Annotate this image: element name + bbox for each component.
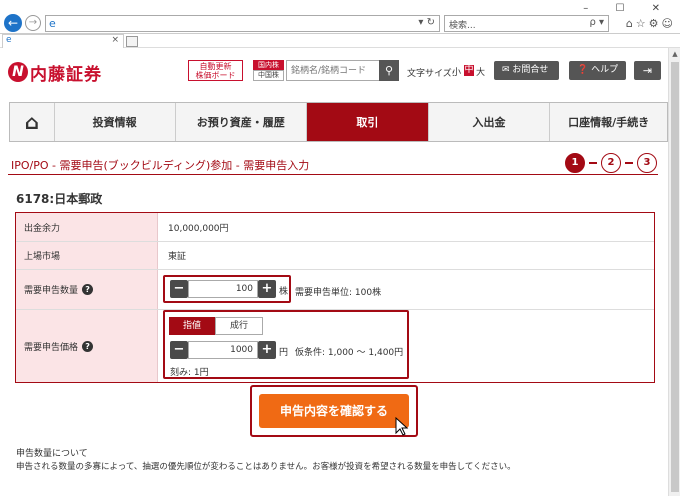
nav-account-info[interactable]: 口座情報/手続き <box>550 103 667 141</box>
scrollbar[interactable]: ▲ <box>668 48 680 496</box>
step-1: 1 <box>565 153 585 173</box>
row-balance: 出金余力 10,000,000円 <box>16 213 654 242</box>
question-icon: ❓ <box>577 65 589 75</box>
tab-close-icon[interactable]: × <box>111 35 119 45</box>
confirm-button[interactable]: 申告内容を確認する <box>259 394 409 428</box>
confirm-highlight: 申告内容を確認する <box>250 385 418 437</box>
stock-name: 6178:日本郵政 <box>16 192 103 206</box>
limit-order-toggle[interactable]: 指値 <box>169 317 215 335</box>
nav-investment-info[interactable]: 投資情報 <box>55 103 176 141</box>
scroll-up-icon[interactable]: ▲ <box>669 48 680 60</box>
browser-search-placeholder: 検索... <box>449 21 476 31</box>
quantity-plus-button[interactable]: + <box>258 280 276 298</box>
nav-deposit-withdraw[interactable]: 入出金 <box>429 103 551 141</box>
price-input[interactable]: 1000 <box>188 341 258 359</box>
step-dash <box>589 162 597 164</box>
nav-trading[interactable]: 取引 <box>307 103 429 141</box>
browser-tab[interactable]: e × <box>2 34 124 48</box>
title-divider <box>8 174 658 175</box>
font-size-label: 文字サイズ: <box>407 69 455 79</box>
logout-icon: ⇥ <box>642 64 653 77</box>
market-value: 東証 <box>168 252 187 262</box>
quantity-input[interactable]: 100 <box>188 280 258 298</box>
ie-icon: e <box>49 17 56 30</box>
back-icon[interactable]: ← <box>4 14 22 32</box>
search-icon: ⚲ <box>384 64 394 77</box>
price-condition: 仮条件: 1,000 ～ 1,400円 <box>295 348 404 358</box>
price-label: 需要申告価格 <box>24 342 79 353</box>
row-market: 上場市場 東証 <box>16 242 654 270</box>
browser-toolbar: ← → e ▾ ↻ 検索... ρ ▾ – ☐ ✕ ⌂☆⚙☺ <box>0 0 680 34</box>
home-icon[interactable]: ⌂ <box>10 103 55 141</box>
nav-assets-history[interactable]: お預り資産・履歴 <box>176 103 308 141</box>
quantity-stepper: − 100 + 株 <box>163 275 291 303</box>
stock-search-input[interactable] <box>286 60 380 81</box>
price-unit: 円 <box>279 348 289 358</box>
market-domestic[interactable]: 国内株 <box>253 60 284 70</box>
font-size-large[interactable]: 大 <box>476 65 485 78</box>
help-circle-icon[interactable]: ? <box>82 284 94 295</box>
note-body: 申告される数量の多寡によって、抽選の優先順位が変わることはありません。お客様が投… <box>16 462 516 472</box>
step-2: 2 <box>601 153 621 173</box>
page-title: IPO/PO - 需要申告(ブックビルディング)参加 - 需要申告入力 <box>11 159 310 172</box>
help-label: ヘルプ <box>591 65 619 75</box>
scroll-thumb[interactable] <box>671 62 679 492</box>
logo[interactable]: N 内藤証券 <box>8 61 102 85</box>
price-input-group: 指値 成行 − 1000 + 円 仮条件: 1,000 ～ 1,400円 刻み:… <box>163 310 409 379</box>
mouse-cursor-icon <box>395 417 409 436</box>
logout-button[interactable]: ⇥ <box>634 61 661 80</box>
contact-label: お問合せ <box>512 65 549 75</box>
price-label-cell: 需要申告価格 ? <box>16 310 158 382</box>
quantity-label: 需要申告数量 <box>24 286 79 296</box>
market-order-toggle[interactable]: 成行 <box>215 317 263 335</box>
site-header: N 内藤証券 自動更新 株価ボード 国内株 中国株 ⚲ 文字サイズ: 小 中 大… <box>0 49 668 93</box>
auto-update-board-button[interactable]: 自動更新 株価ボード <box>188 60 243 81</box>
stock-search-button[interactable]: ⚲ <box>379 60 399 81</box>
price-plus-button[interactable]: + <box>258 341 276 359</box>
auto-update-line1: 自動更新 <box>199 62 232 71</box>
balance-value: 10,000,000円 <box>168 223 229 234</box>
help-circle-icon[interactable]: ? <box>82 340 94 352</box>
tab-ie-icon: e <box>6 35 12 45</box>
new-tab-icon[interactable] <box>126 36 138 47</box>
quantity-unit-note: 需要申告単位: 100株 <box>295 288 382 298</box>
search-icon[interactable]: ρ ▾ <box>589 17 604 28</box>
help-button[interactable]: ❓ ヘルプ <box>569 61 626 80</box>
logo-text: 内藤証券 <box>30 64 102 85</box>
price-tick: 刻み: 1円 <box>170 368 209 378</box>
market-selector[interactable]: 国内株 中国株 <box>253 60 284 81</box>
forward-icon[interactable]: → <box>25 15 41 31</box>
market-label: 上場市場 <box>16 242 158 269</box>
quantity-minus-button[interactable]: − <box>170 280 188 298</box>
auto-update-line2: 株価ボード <box>195 71 236 80</box>
note-heading: 申告数量について <box>16 449 88 459</box>
market-china[interactable]: 中国株 <box>253 70 284 81</box>
contact-button[interactable]: ✉ お問合せ <box>494 61 559 80</box>
browser-search-input[interactable]: 検索... ρ ▾ <box>444 15 609 32</box>
font-size-medium[interactable]: 中 <box>464 65 474 76</box>
step-3: 3 <box>637 153 657 173</box>
browser-tools-icon[interactable]: ⌂☆⚙☺ <box>626 17 676 30</box>
balance-label: 出金余力 <box>16 213 158 241</box>
price-minus-button[interactable]: − <box>170 341 188 359</box>
window-controls[interactable]: – ☐ ✕ <box>583 3 672 14</box>
refresh-icon[interactable]: ▾ ↻ <box>418 17 435 28</box>
logo-mark-icon: N <box>8 62 28 82</box>
address-bar[interactable]: e ▾ ↻ <box>45 15 440 32</box>
font-size-small[interactable]: 小 <box>452 65 461 78</box>
step-dash <box>625 162 633 164</box>
mail-icon: ✉ <box>502 65 510 75</box>
quantity-label-cell: 需要申告数量 ? <box>16 270 158 309</box>
quantity-unit: 株 <box>279 287 289 297</box>
tab-bar: e × <box>0 34 680 48</box>
main-nav: ⌂ 投資情報 お預り資産・履歴 取引 入出金 口座情報/手続き <box>9 102 668 142</box>
